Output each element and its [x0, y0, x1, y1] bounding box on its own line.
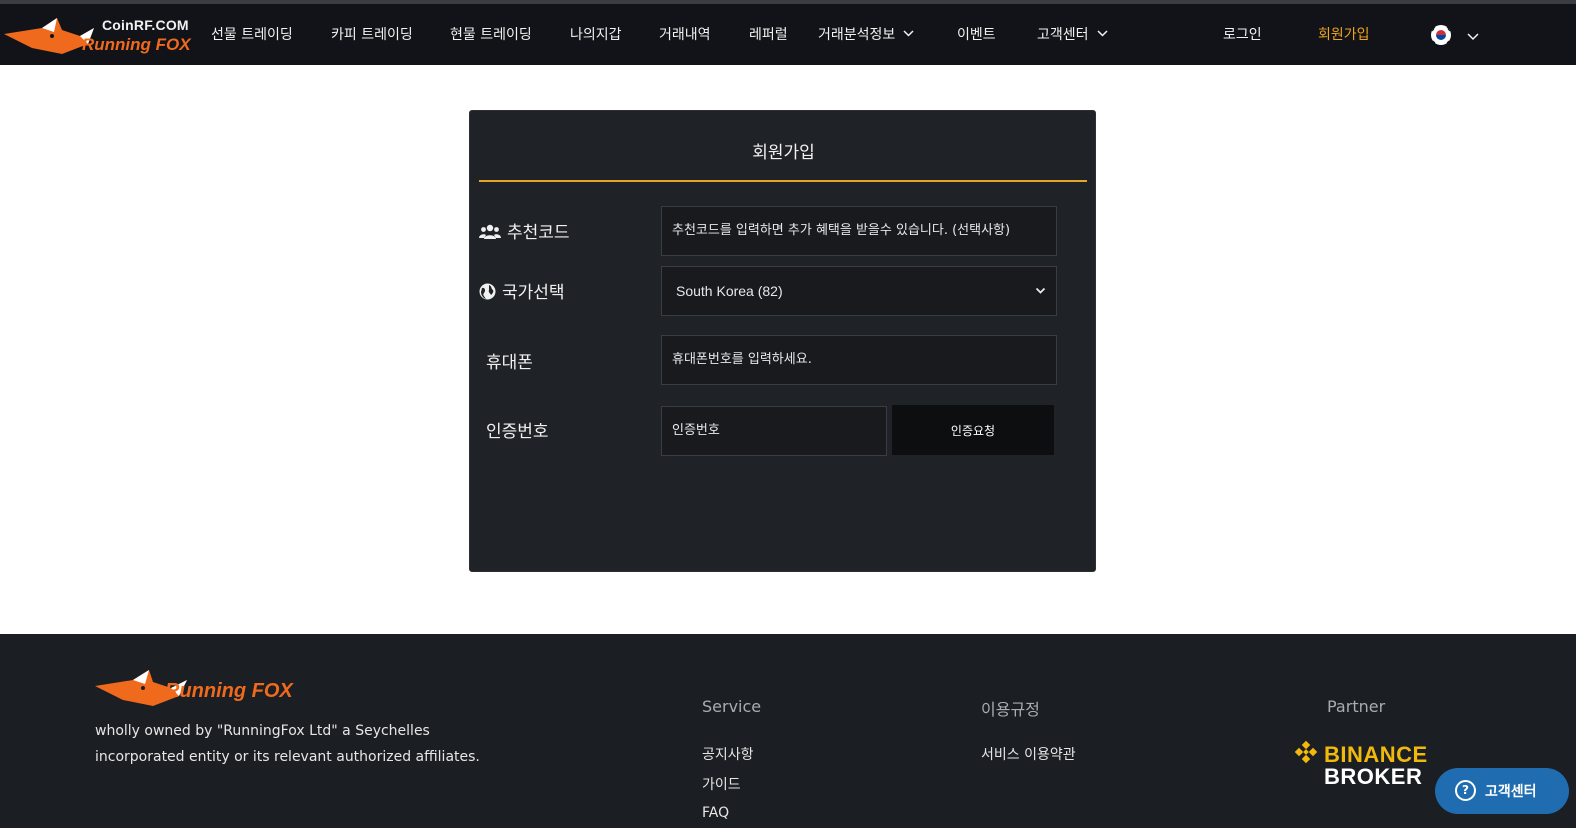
nav-customer-center[interactable]: 고객센터 [1037, 24, 1108, 44]
chevron-down-icon [1097, 30, 1108, 37]
language-selector[interactable] [1430, 24, 1479, 50]
login-link[interactable]: 로그인 [1223, 24, 1262, 44]
referral-code-input[interactable]: 추천코드를 입력하면 추가 혜택을 받을수 있습니다. (선택사항) [661, 206, 1057, 256]
service-heading: Service [702, 697, 762, 716]
footer-brand-text: Running FOX [165, 680, 293, 702]
referral-label-row: 추천코드 [479, 218, 570, 243]
notice-link[interactable]: 공지사항 [702, 744, 754, 764]
country-selected-value: South Korea (82) [676, 283, 783, 299]
nav-spot-trading[interactable]: 현물 트레이딩 [450, 24, 532, 44]
binance-broker-logo[interactable]: BINANCE BROKER [1293, 740, 1427, 789]
question-icon: ? [1455, 780, 1476, 801]
signup-card: 회원가입 추천코드 추천코드를 입력하면 추가 혜택을 받을수 있습니다. (선… [469, 110, 1096, 572]
phone-label: 휴대폰 [486, 353, 533, 373]
country-label-row: 국가선택 [479, 278, 565, 303]
footer-logo[interactable]: Running FOX [95, 668, 293, 712]
signup-title: 회원가입 [752, 143, 815, 163]
verification-code-input[interactable]: 인증번호 [661, 406, 887, 456]
broker-text: BROKER [1324, 764, 1423, 789]
partner-heading: Partner [1327, 697, 1386, 716]
korea-flag-icon [1431, 25, 1451, 45]
phone-input[interactable]: 휴대폰번호를 입력하세요. [661, 335, 1057, 385]
company-description: wholly owned by "RunningFox Ltd" a Seych… [95, 723, 480, 765]
nav-events[interactable]: 이벤트 [957, 24, 996, 44]
users-icon [479, 224, 501, 239]
faq-link[interactable]: FAQ [702, 805, 729, 821]
customer-center-floating-button[interactable]: ? 고객센터 [1435, 768, 1569, 814]
nav-trade-history[interactable]: 거래내역 [659, 24, 711, 44]
guide-link[interactable]: 가이드 [702, 774, 741, 794]
country-select[interactable]: South Korea (82) [661, 266, 1057, 316]
nav-trade-analysis[interactable]: 거래분석정보 [818, 24, 914, 44]
site-footer: Running FOX wholly owned by "RunningFox … [0, 634, 1576, 828]
chevron-down-icon [1467, 33, 1479, 41]
chevron-down-icon [903, 30, 914, 37]
nav-my-wallet[interactable]: 나의지갑 [570, 24, 622, 44]
request-verification-button[interactable]: 인증요청 [892, 405, 1054, 455]
logo-brand-text: Running FOX [82, 35, 191, 54]
chevron-down-icon [1035, 287, 1046, 294]
nav-customer-center-label: 고객센터 [1037, 27, 1089, 43]
help-button-label: 고객센터 [1485, 784, 1537, 800]
title-divider [479, 180, 1087, 182]
globe-icon [479, 283, 496, 300]
binance-icon [1294, 740, 1318, 764]
verification-code-label: 인증번호 [486, 422, 549, 442]
nav-futures-trading[interactable]: 선물 트레이딩 [211, 24, 293, 44]
nav-copy-trading[interactable]: 카피 트레이딩 [331, 24, 413, 44]
signup-link[interactable]: 회원가입 [1318, 24, 1370, 44]
referral-label: 추천코드 [507, 223, 570, 243]
top-navbar: CoinRF.COM Running FOX 선물 트레이딩 카피 트레이딩 현… [0, 0, 1576, 65]
country-label: 국가선택 [502, 283, 565, 303]
nav-referral[interactable]: 레퍼럴 [749, 24, 788, 44]
logo-site-text: CoinRF.COM [102, 17, 189, 33]
terms-heading: 이용규정 [981, 700, 1040, 719]
site-logo[interactable]: CoinRF.COM Running FOX [2, 12, 192, 62]
terms-of-service-link[interactable]: 서비스 이용약관 [981, 744, 1076, 764]
nav-trade-analysis-label: 거래분석정보 [818, 27, 896, 43]
